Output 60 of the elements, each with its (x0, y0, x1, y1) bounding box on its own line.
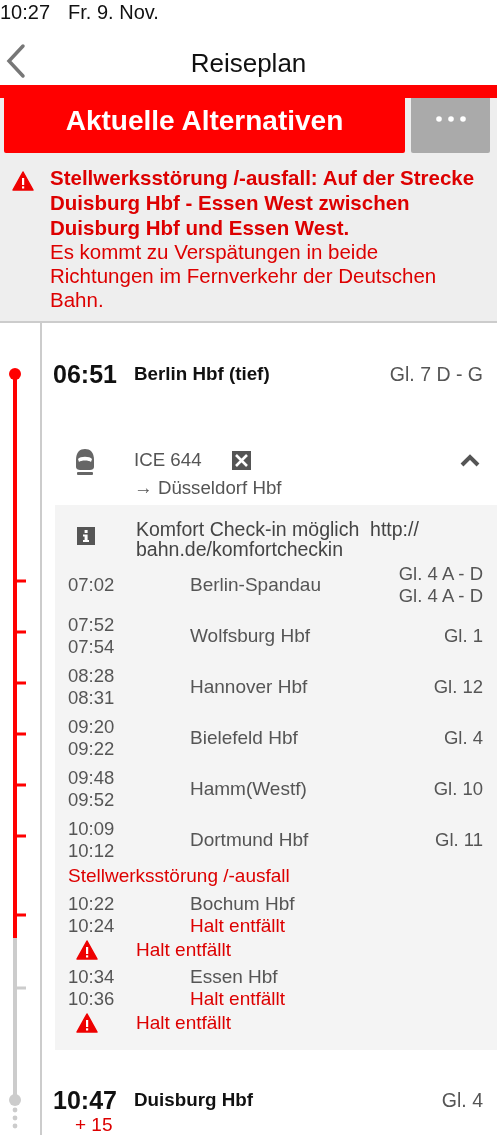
platform-label: Gl. 11 (435, 828, 483, 851)
status-time: 10:27 (0, 1, 51, 24)
status-date: Fr. 9. Nov. (68, 1, 159, 24)
station-name: Bochum Hbf (190, 893, 296, 915)
platform-label: Gl. 4 A - D (398, 584, 483, 607)
collapse-button[interactable] (459, 452, 481, 468)
train-icon (74, 448, 96, 476)
stop-time: 10:22 (68, 893, 116, 915)
departure-time: 06:51 (53, 359, 118, 389)
platform-label: Gl. 4 (441, 1088, 483, 1112)
more-icon (435, 116, 466, 122)
platform-label: Gl. 7 D - G (389, 362, 483, 386)
train-destination: → Düsseldorf Hbf (134, 476, 283, 500)
platform-label: Gl. 4 (443, 726, 483, 749)
stop-time: 10:12 (68, 839, 116, 862)
station-name: Dortmund Hbf (190, 828, 310, 851)
station-name: Hannover Hbf (190, 675, 309, 698)
warning-icon (76, 1012, 98, 1033)
stop-time: 08:28 (68, 664, 116, 687)
stop-status: Halt entfällt (190, 988, 287, 1010)
train-name: ICE 644 (134, 448, 203, 472)
stop-time: 07:02 (68, 573, 116, 596)
station-name: Essen Hbf (190, 966, 279, 988)
warning-text: Halt entfällt (136, 1011, 233, 1034)
station-name: Wolfsburg Hbf (190, 624, 312, 647)
alternatives-button[interactable]: Aktuelle Alternativen (4, 98, 405, 153)
delay-label: + 15 (74, 1115, 114, 1135)
platform-label: Gl. 10 (433, 777, 483, 800)
disruption-notice: Stellwerksstörung /-ausfall (67, 865, 291, 887)
warning-icon (12, 171, 34, 191)
stop-time: 08:31 (68, 686, 116, 709)
station-name: Bielefeld Hbf (190, 726, 299, 749)
continuation-dots (12, 1107, 18, 1129)
stop-time: 09:22 (68, 737, 116, 760)
alert-text: Es kommt zu Verspätungen in beide Richtungen im Fernverkehr der Deutschen Bahn. (50, 240, 438, 312)
warning-icon (76, 939, 98, 960)
stop-time: 07:54 (68, 635, 116, 658)
stop-time: 10:09 (68, 817, 116, 840)
station-name: Berlin Hbf (tief) (134, 363, 271, 385)
station-name: Hamm(Westf) (190, 777, 308, 800)
platform-label: Gl. 4 A - D (398, 562, 483, 585)
station-name: Berlin-Spandau (190, 573, 322, 596)
stop-time: 09:52 (68, 788, 116, 811)
stop-time: 09:20 (68, 715, 116, 738)
screen-title: Reiseplan (190, 47, 307, 79)
station-name: Duisburg Hbf (134, 1089, 254, 1111)
stop-time: 10:24 (68, 915, 116, 937)
stop-time: 07:52 (68, 613, 116, 636)
info-note: Komfort Check-in möglich http://bahn.de/komfortcheckin (136, 519, 420, 559)
stop-time: 10:36 (68, 988, 116, 1010)
stop-time: 10:34 (68, 966, 116, 988)
platform-label: Gl. 1 (443, 624, 483, 647)
stop-status: Halt entfällt (190, 915, 287, 937)
arrival-time: 10:47 (53, 1085, 118, 1115)
stop-time: 09:48 (68, 766, 116, 789)
warning-text: Halt entfällt (136, 938, 233, 961)
back-button[interactable] (4, 43, 28, 79)
info-icon (77, 527, 95, 545)
platform-label: Gl. 12 (433, 675, 483, 698)
alert-title: Stellwerksstörung /-ausfall: Auf der Strecke Duisburg Hbf - Essen West zwischen Duisburg Hbf und Essen West. (50, 165, 476, 240)
